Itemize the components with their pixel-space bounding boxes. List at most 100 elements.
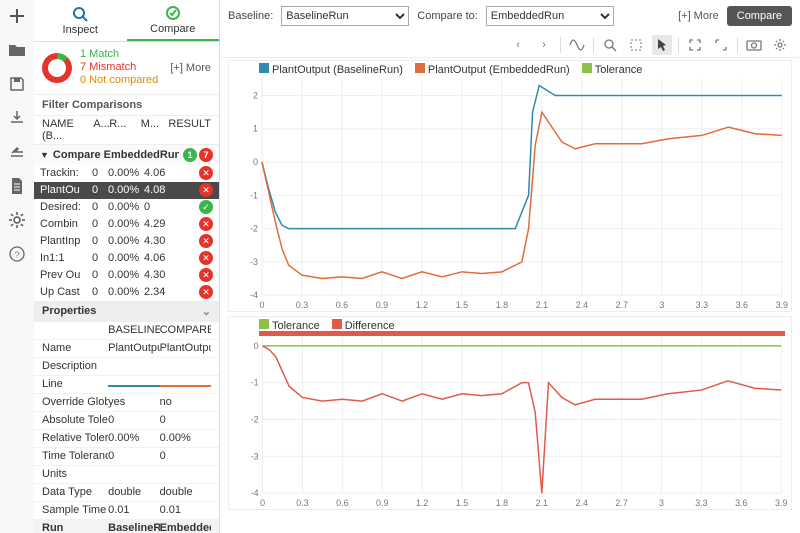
baseline-label: Baseline: [228,10,273,22]
baseline-select[interactable]: BaselineRun [281,6,409,26]
signal-row[interactable]: PlantInp00.00%4.30✕ [34,233,219,250]
property-row: Line [34,376,219,394]
tab-inspect[interactable]: Inspect [34,0,127,41]
property-row: Description [34,358,219,376]
prev-icon[interactable]: ‹ [508,35,528,55]
summary-mismatch: 7 Mismatch [80,61,158,74]
svg-text:2.7: 2.7 [616,300,628,310]
property-row: Data Typedoubledouble [34,484,219,502]
svg-text:2.4: 2.4 [576,498,588,508]
svg-text:-3: -3 [251,451,259,461]
main-area: Baseline: BaselineRun Compare to: Embedd… [220,0,800,533]
signal-row[interactable]: Trackin:00.00%4.06✕ [34,165,219,182]
panel-tabs: Inspect Compare [34,0,219,42]
export-icon[interactable] [7,142,27,162]
chart-difference[interactable]: Tolerance Difference 00.30.60.91.21.51.8… [228,316,792,510]
compareto-label: Compare to: [417,10,478,22]
svg-text:-3: -3 [250,257,258,267]
signal-row[interactable]: Desired:00.00%0✓ [34,199,219,216]
svg-text:1.5: 1.5 [456,300,468,310]
svg-text:1: 1 [253,124,258,134]
signal-row[interactable]: In1:100.00%4.06✕ [34,250,219,267]
expand-icon[interactable] [711,35,731,55]
document-icon[interactable] [7,176,27,196]
zoom-region-icon[interactable] [626,35,646,55]
svg-text:-1: -1 [250,190,258,200]
settings-icon[interactable] [7,210,27,230]
property-row: Units [34,466,219,484]
compare-toolbar: Baseline: BaselineRun Compare to: Embedd… [220,0,800,32]
toolbar-more-link[interactable]: [+] More [678,10,719,22]
summary-row: 1 Match 7 Mismatch 0 Not compared [+] Mo… [34,42,219,95]
svg-text:0: 0 [260,498,265,508]
properties-panel: BASELINECOMPARE TO NamePlantOutput (BPla… [34,322,219,533]
summary-match: 1 Match [80,48,158,61]
summary-notcomp: 0 Not compared [80,74,158,87]
help-icon[interactable]: ? [7,244,27,264]
svg-text:1.8: 1.8 [496,300,508,310]
signal-row[interactable]: PlantOu00.00%4.08✕ [34,182,219,199]
svg-text:3: 3 [659,498,664,508]
svg-text:2.7: 2.7 [615,498,627,508]
svg-text:3.3: 3.3 [695,498,707,508]
fit-icon[interactable] [685,35,705,55]
group-row[interactable]: ▼ Compare EmbeddedRun to Base 1 7 [34,145,219,165]
svg-text:-2: -2 [251,414,259,424]
svg-text:2: 2 [253,90,258,100]
property-row: RunBaselineRunEmbeddedRun [34,520,219,533]
next-icon[interactable]: › [534,35,554,55]
svg-text:2.1: 2.1 [536,498,548,508]
svg-text:0.6: 0.6 [336,498,348,508]
plot-toolbar: ‹ › [220,32,800,58]
signal-row[interactable]: Combin00.00%4.29✕ [34,216,219,233]
filter-title: Filter Comparisons [34,95,219,116]
property-row: Override Global Toleyesno [34,394,219,412]
signal-row[interactable]: Up Cast00.00%2.34✕ [34,284,219,301]
properties-header[interactable]: Properties⌄ [34,301,219,322]
svg-text:3.6: 3.6 [735,498,747,508]
pointer-icon[interactable] [652,35,672,55]
compare-button[interactable]: Compare [727,6,792,26]
summary-more-link[interactable]: [+] More [170,62,211,74]
tab-compare-label: Compare [150,23,195,35]
property-row: Absolute Tolerance00 [34,412,219,430]
column-headers: NAME (B...A...R...M...RESULT [34,116,219,145]
svg-text:3.9: 3.9 [775,498,787,508]
compareto-select[interactable]: EmbeddedRun [486,6,614,26]
svg-text:1.2: 1.2 [416,300,428,310]
svg-text:0.3: 0.3 [296,300,308,310]
gear-icon[interactable] [770,35,790,55]
tab-inspect-label: Inspect [63,24,98,36]
property-row: NamePlantOutput (BPlantOutput (E [34,340,219,358]
svg-text:3.6: 3.6 [736,300,748,310]
import-icon[interactable] [7,108,27,128]
chart1-legend: PlantOutput (BaselineRun) PlantOutput (E… [259,63,642,76]
property-row: Time Tolerance00 [34,448,219,466]
group-x-badge: 7 [199,148,213,162]
svg-text:-4: -4 [251,488,259,498]
signal-rows: Trackin:00.00%4.06✕PlantOu00.00%4.08✕Des… [34,165,219,301]
signal-row[interactable]: Prev Ou00.00%4.30✕ [34,267,219,284]
camera-icon[interactable] [744,35,764,55]
svg-text:0.9: 0.9 [376,300,388,310]
svg-text:0: 0 [254,341,259,351]
save-icon[interactable] [7,74,27,94]
property-row: Relative Tolerance0.00%0.00% [34,430,219,448]
chart-signals[interactable]: PlantOutput (BaselineRun) PlantOutput (E… [228,60,792,312]
charts-area: PlantOutput (BaselineRun) PlantOutput (E… [220,58,800,533]
tab-compare[interactable]: Compare [127,0,220,41]
svg-text:0: 0 [253,157,258,167]
group-label: Compare EmbeddedRun to Base [53,149,179,161]
svg-text:?: ? [14,250,19,260]
zoom-icon[interactable] [600,35,620,55]
folder-icon[interactable] [7,40,27,60]
svg-text:3.3: 3.3 [696,300,708,310]
svg-text:0.9: 0.9 [376,498,388,508]
signal-icon[interactable] [567,35,587,55]
chart2-legend: Tolerance Difference [259,319,395,332]
add-icon[interactable] [7,6,27,26]
side-panel: Inspect Compare 1 Match 7 Mismatch 0 Not… [34,0,220,533]
svg-text:-1: -1 [251,378,259,388]
left-rail: ? [0,0,34,533]
svg-text:-2: -2 [250,224,258,234]
